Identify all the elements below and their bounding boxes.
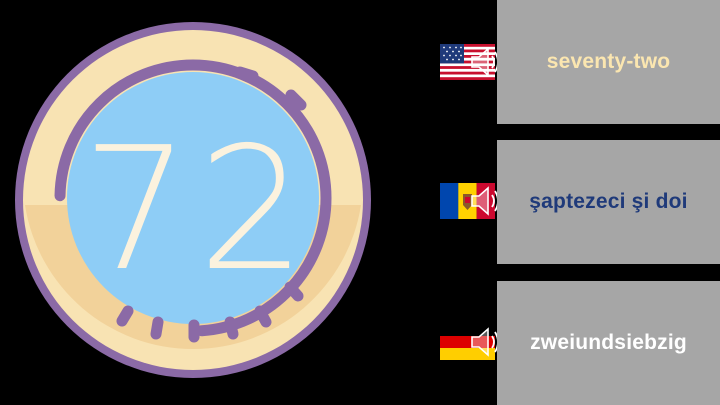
translation-row-english: seventy-two — [438, 0, 720, 124]
translation-row-romanian: şaptezeci şi doi — [438, 140, 720, 264]
word-panel: zweiundsiebzig — [497, 281, 720, 405]
word-label: seventy-two — [546, 50, 671, 73]
number-badge-icon: 72 — [15, 22, 371, 378]
word-panel: seventy-two — [497, 0, 720, 124]
word-label: zweiundsiebzig — [530, 331, 687, 354]
word-panel: şaptezeci şi doi — [497, 140, 720, 264]
badge-number: 72 — [82, 111, 314, 309]
word-label: şaptezeci şi doi — [529, 190, 688, 213]
translation-row-german: zweiundsiebzig — [438, 281, 720, 405]
